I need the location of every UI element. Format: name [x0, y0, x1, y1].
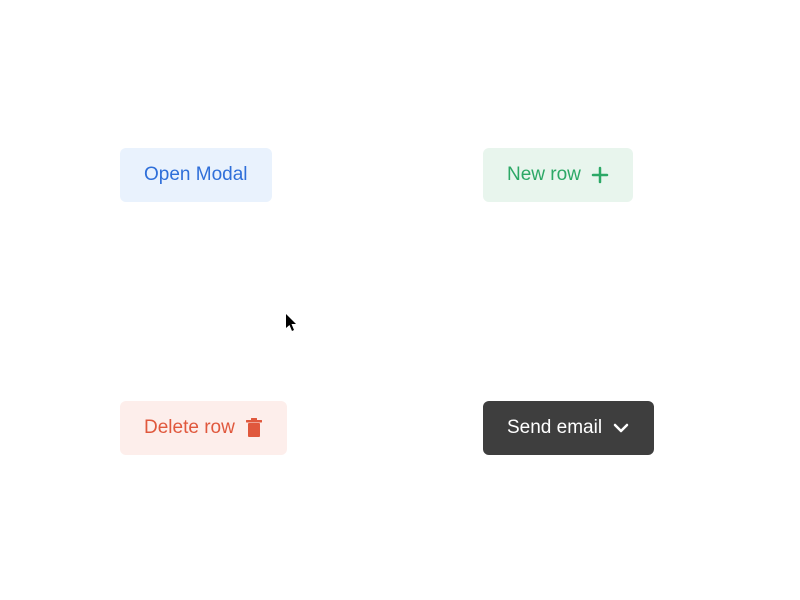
delete-row-label: Delete row [144, 417, 235, 439]
chevron-down-icon [612, 419, 630, 437]
new-row-button[interactable]: New row [483, 148, 633, 202]
trash-icon [245, 418, 263, 438]
cursor-icon [286, 314, 300, 336]
send-email-label: Send email [507, 417, 602, 439]
new-row-label: New row [507, 164, 581, 186]
send-email-button[interactable]: Send email [483, 401, 654, 455]
plus-icon [591, 166, 609, 184]
open-modal-label: Open Modal [144, 164, 248, 186]
open-modal-button[interactable]: Open Modal [120, 148, 272, 202]
delete-row-button[interactable]: Delete row [120, 401, 287, 455]
